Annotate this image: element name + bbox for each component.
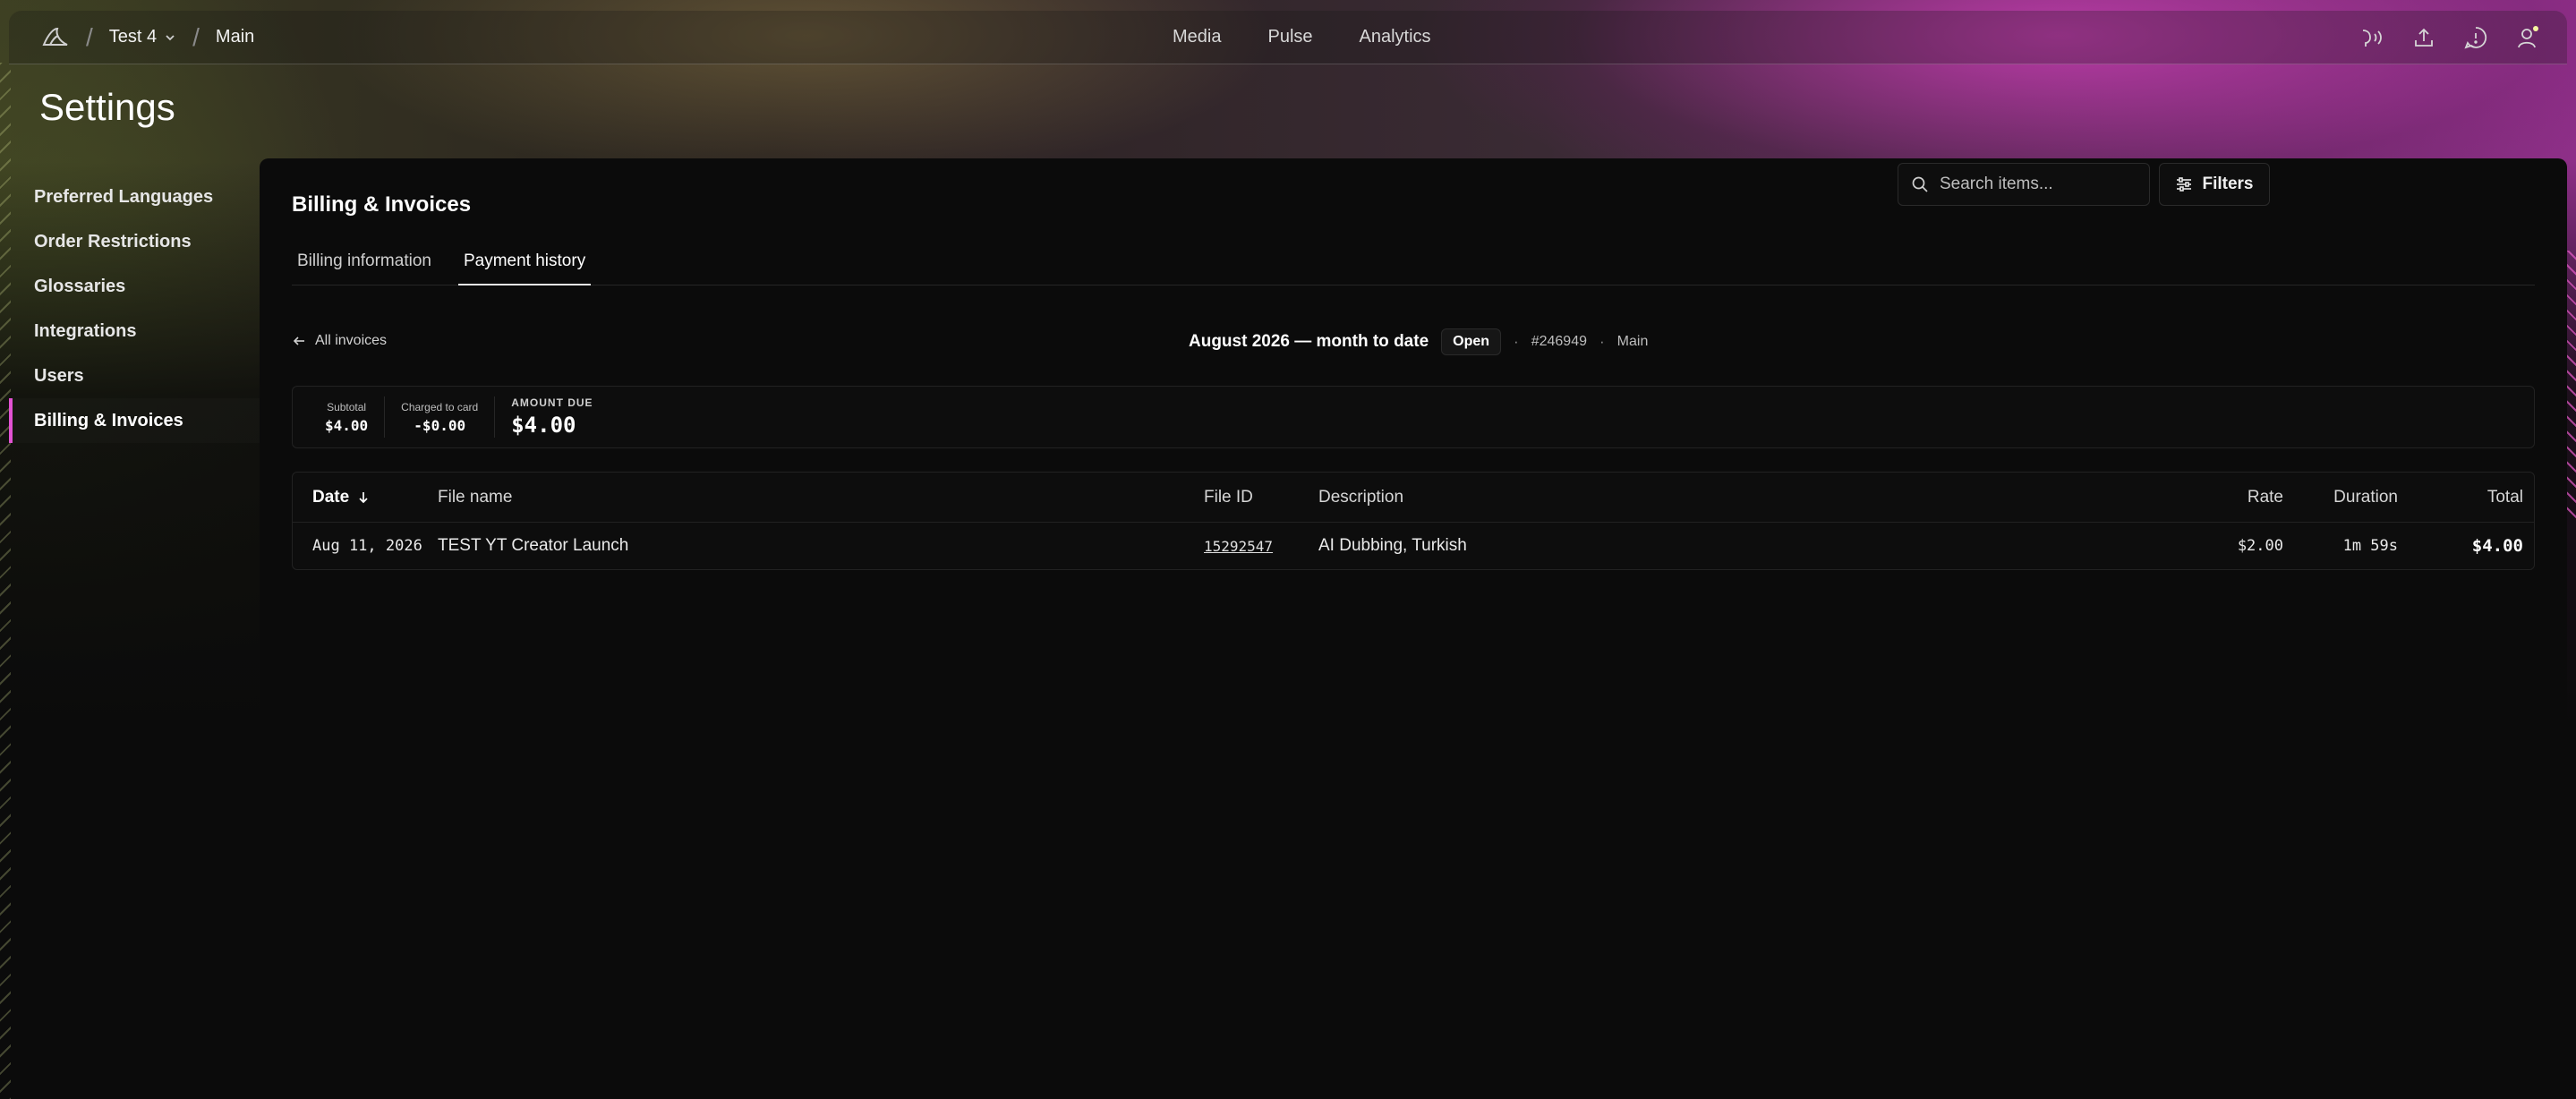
sidebar-item-preferred-languages[interactable]: Preferred Languages — [9, 175, 260, 219]
voice-icon[interactable] — [2359, 25, 2384, 50]
amount-due-value: $4.00 — [511, 413, 576, 438]
sliders-icon — [2177, 177, 2192, 192]
column-header-date[interactable]: Date — [312, 488, 371, 507]
breadcrumb-separator: / — [86, 22, 93, 51]
invoice-period: August 2026 — month to date — [1189, 332, 1429, 351]
table-row[interactable]: Aug 11, 2026 TEST YT Creator Launch 1529… — [293, 523, 2534, 569]
breadcrumb: / Test 4 / Main — [9, 23, 254, 52]
filters-label: Filters — [2202, 175, 2254, 193]
tab-billing-information[interactable]: Billing information — [292, 243, 437, 285]
sidebar-item-billing-invoices[interactable]: Billing & Invoices — [9, 398, 260, 443]
charged-value: -$0.00 — [414, 416, 466, 434]
row-file-name: TEST YT Creator Launch — [438, 536, 629, 555]
topbar-actions — [2359, 25, 2540, 50]
main-nav: Media Pulse Analytics — [1173, 27, 1431, 47]
invoice-summary-line: August 2026 — month to date Open · #2469… — [1189, 328, 1648, 355]
column-header-description[interactable]: Description — [1318, 488, 1403, 507]
invoice-header: All invoices August 2026 — month to date… — [292, 319, 2535, 362]
column-header-file-id[interactable]: File ID — [1204, 488, 1253, 507]
column-header-duration[interactable]: Duration — [2333, 488, 2398, 507]
billing-panel: Billing & Invoices Billing information P… — [260, 158, 2567, 1099]
column-header-date-label: Date — [312, 487, 350, 507]
logo-icon[interactable] — [41, 25, 70, 50]
sidebar-item-integrations[interactable]: Integrations — [9, 309, 260, 354]
project-link[interactable]: Main — [216, 27, 254, 47]
filters-button[interactable]: Filters — [2159, 163, 2270, 206]
sidebar-item-users[interactable]: Users — [9, 354, 260, 398]
line-items-table: Date File name File ID Description Rate … — [292, 472, 2535, 570]
subtotal-cell: Subtotal $4.00 — [293, 396, 386, 438]
separator-dot: · — [1514, 333, 1519, 350]
tab-payment-history[interactable]: Payment history — [457, 243, 592, 285]
separator-dot: · — [1599, 333, 1605, 350]
upload-icon[interactable] — [2411, 25, 2436, 50]
chevron-down-icon — [166, 34, 175, 40]
subtotal-value: $4.00 — [325, 416, 369, 434]
row-date: Aug 11, 2026 — [312, 537, 422, 555]
settings-sidebar: Preferred Languages Order Restrictions G… — [9, 175, 260, 443]
chat-alert-icon[interactable] — [2463, 25, 2488, 50]
invoice-totals-strip: Subtotal $4.00 Charged to card -$0.00 AM… — [292, 386, 2535, 448]
row-total: $4.00 — [2471, 536, 2523, 556]
nav-pulse[interactable]: Pulse — [1267, 27, 1312, 47]
arrow-left-icon — [293, 337, 304, 345]
amount-due-cell: AMOUNT DUE $4.00 — [495, 396, 609, 438]
amount-due-label: AMOUNT DUE — [511, 396, 593, 409]
sidebar-item-glossaries[interactable]: Glossaries — [9, 264, 260, 309]
row-file-id-link[interactable]: 15292547 — [1204, 538, 1273, 555]
all-invoices-label: All invoices — [315, 333, 388, 348]
sidebar-item-order-restrictions[interactable]: Order Restrictions — [9, 219, 260, 264]
column-header-total[interactable]: Total — [2487, 488, 2523, 507]
status-badge: Open — [1441, 328, 1502, 355]
sort-descending-icon — [359, 491, 368, 503]
billing-tabs: Billing information Payment history — [292, 243, 2535, 285]
search-input[interactable] — [1940, 175, 2137, 194]
workspace-switcher[interactable]: Test 4 — [109, 27, 176, 47]
nav-analytics[interactable]: Analytics — [1360, 27, 1431, 47]
row-description: AI Dubbing, Turkish — [1318, 536, 1467, 555]
nav-media[interactable]: Media — [1173, 27, 1221, 47]
all-invoices-link[interactable]: All invoices — [292, 333, 387, 349]
subtotal-label: Subtotal — [327, 400, 367, 413]
panel-title: Billing & Invoices — [292, 192, 472, 217]
invoice-number: #246949 — [1531, 334, 1587, 349]
table-header: Date File name File ID Description Rate … — [293, 473, 2534, 523]
page-title: Settings — [39, 86, 175, 128]
charged-cell: Charged to card -$0.00 — [385, 396, 496, 438]
row-duration: 1m 59s — [2342, 537, 2398, 555]
user-account-icon[interactable] — [2515, 25, 2540, 50]
column-header-file-name[interactable]: File name — [438, 488, 512, 507]
invoice-project: Main — [1616, 334, 1649, 349]
charged-label: Charged to card — [401, 400, 479, 413]
column-header-rate[interactable]: Rate — [2248, 488, 2283, 507]
workspace-name: Test 4 — [108, 27, 158, 47]
search-icon — [1912, 176, 1928, 192]
search-box — [1898, 163, 2150, 206]
top-navigation-bar: / Test 4 / Main Media Pulse Analytics — [9, 11, 2567, 64]
row-rate: $2.00 — [2237, 537, 2283, 555]
breadcrumb-separator: / — [192, 22, 200, 51]
